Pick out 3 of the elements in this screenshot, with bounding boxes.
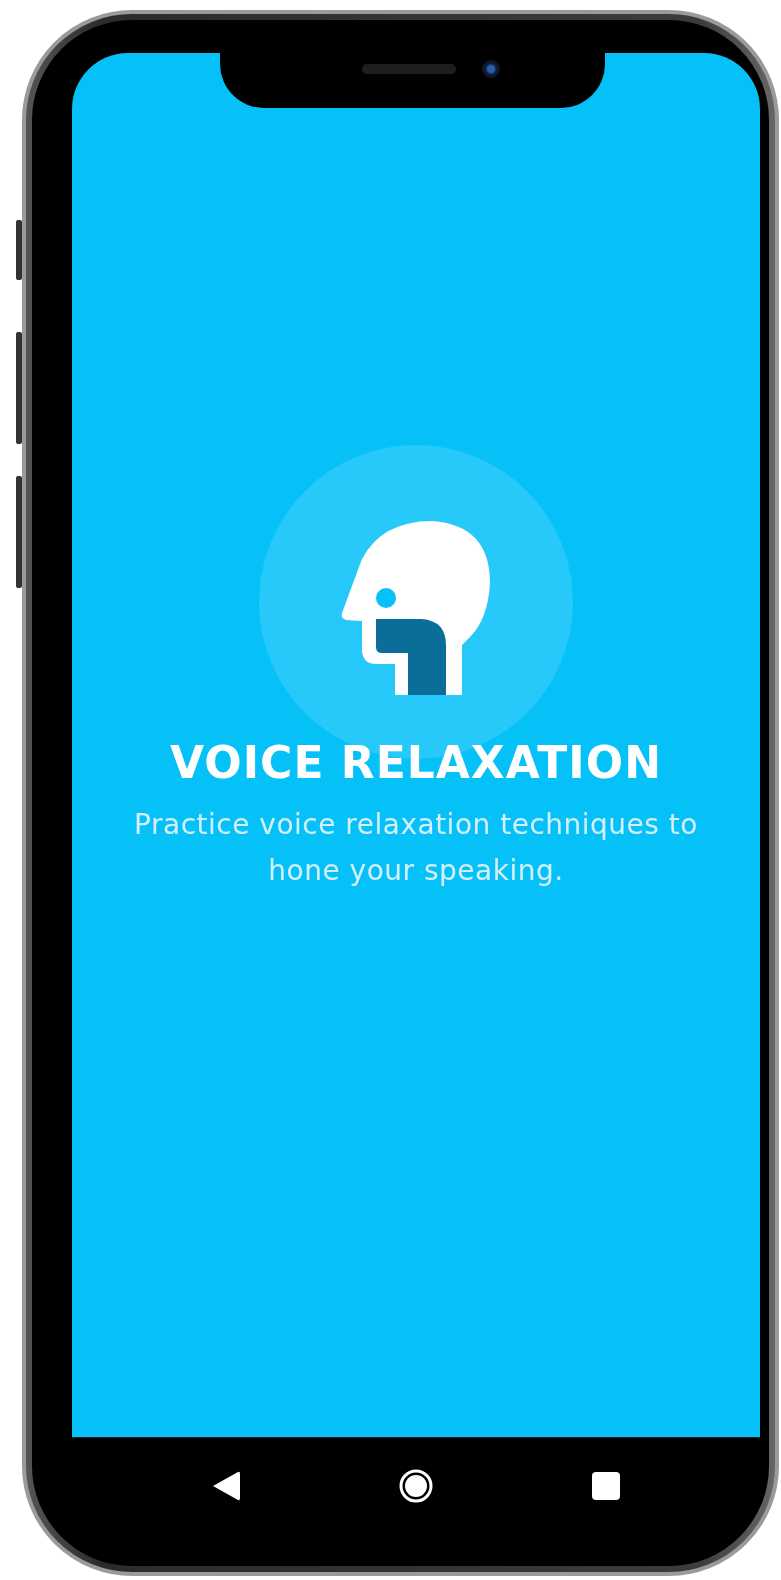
head-profile-icon [340,519,492,695]
screen-title: VOICE RELAXATION [170,737,662,788]
screen-subtitle: Practice voice relaxation techniques to hone your speaking. [133,807,699,889]
